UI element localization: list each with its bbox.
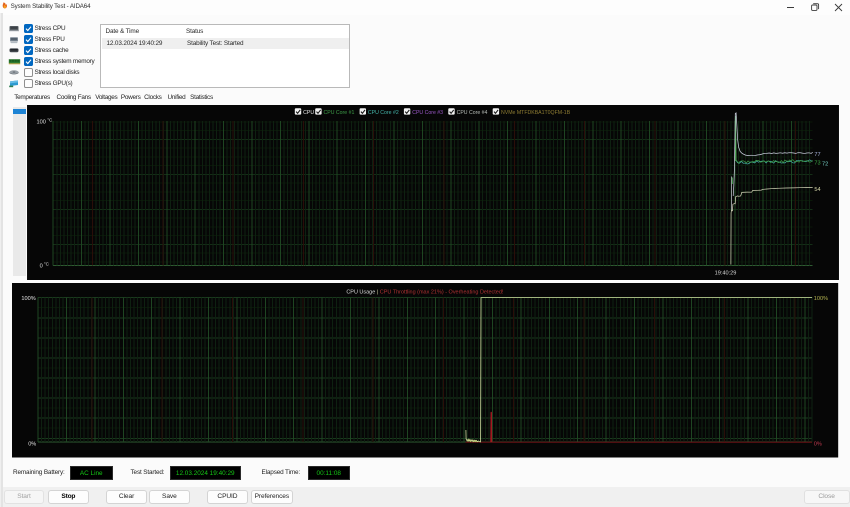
- svg-text:CPU Core #2: CPU Core #2: [368, 110, 399, 116]
- svg-text:100: 100: [36, 120, 45, 126]
- svg-text:NVMe MTFDKBA1T0QFM-1B: NVMe MTFDKBA1T0QFM-1B: [501, 110, 571, 116]
- svg-text:73: 73: [814, 160, 820, 166]
- svg-text:100%: 100%: [22, 296, 36, 302]
- svg-text:0%: 0%: [814, 442, 822, 448]
- svg-text:CPU Core #4: CPU Core #4: [456, 110, 487, 116]
- svg-text:100%: 100%: [814, 296, 828, 302]
- svg-text:54: 54: [814, 187, 820, 193]
- svg-text:CPU Core #3: CPU Core #3: [412, 110, 443, 116]
- svg-text:0%: 0%: [29, 442, 37, 448]
- svg-text:CPU Core #1: CPU Core #1: [323, 110, 354, 116]
- svg-text:°C: °C: [44, 261, 50, 266]
- svg-text:72: 72: [822, 161, 828, 167]
- svg-text:°C: °C: [47, 118, 53, 123]
- svg-text:CPU Usage | CPU Throttling (ma: CPU Usage | CPU Throttling (max 21%) - O…: [347, 290, 505, 296]
- svg-text:0: 0: [39, 263, 42, 269]
- svg-text:19:40:29: 19:40:29: [714, 270, 736, 276]
- svg-text:77: 77: [814, 152, 820, 158]
- svg-text:CPU: CPU: [303, 110, 314, 116]
